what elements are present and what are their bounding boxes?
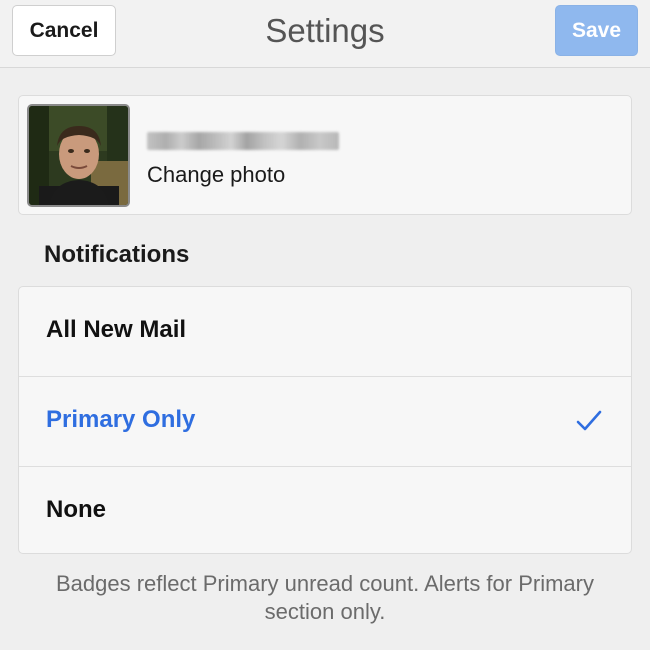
profile-card: Change photo: [18, 95, 632, 215]
option-label: Primary Only: [46, 406, 196, 433]
option-label: None: [46, 496, 106, 523]
save-button[interactable]: Save: [555, 5, 638, 56]
notifications-footnote: Badges reflect Primary unread count. Ale…: [56, 571, 594, 624]
notification-options: All New Mail Primary Only None: [18, 286, 632, 554]
settings-screen: Cancel Settings Save Change photo Notifi…: [0, 0, 650, 650]
notifications-heading: Notifications: [44, 241, 190, 268]
option-primary-only[interactable]: Primary Only: [19, 377, 631, 467]
navigation-bar: Cancel Settings Save: [0, 0, 650, 68]
checkmark-icon: [576, 410, 602, 431]
change-photo-link[interactable]: Change photo: [147, 162, 285, 188]
page-title: Settings: [265, 12, 385, 49]
email-redacted: [147, 132, 339, 150]
option-none[interactable]: None: [19, 467, 631, 553]
avatar[interactable]: [27, 104, 130, 207]
option-label: All New Mail: [46, 316, 187, 343]
option-all-new-mail[interactable]: All New Mail: [19, 287, 631, 377]
user-photo-icon: [29, 106, 128, 205]
